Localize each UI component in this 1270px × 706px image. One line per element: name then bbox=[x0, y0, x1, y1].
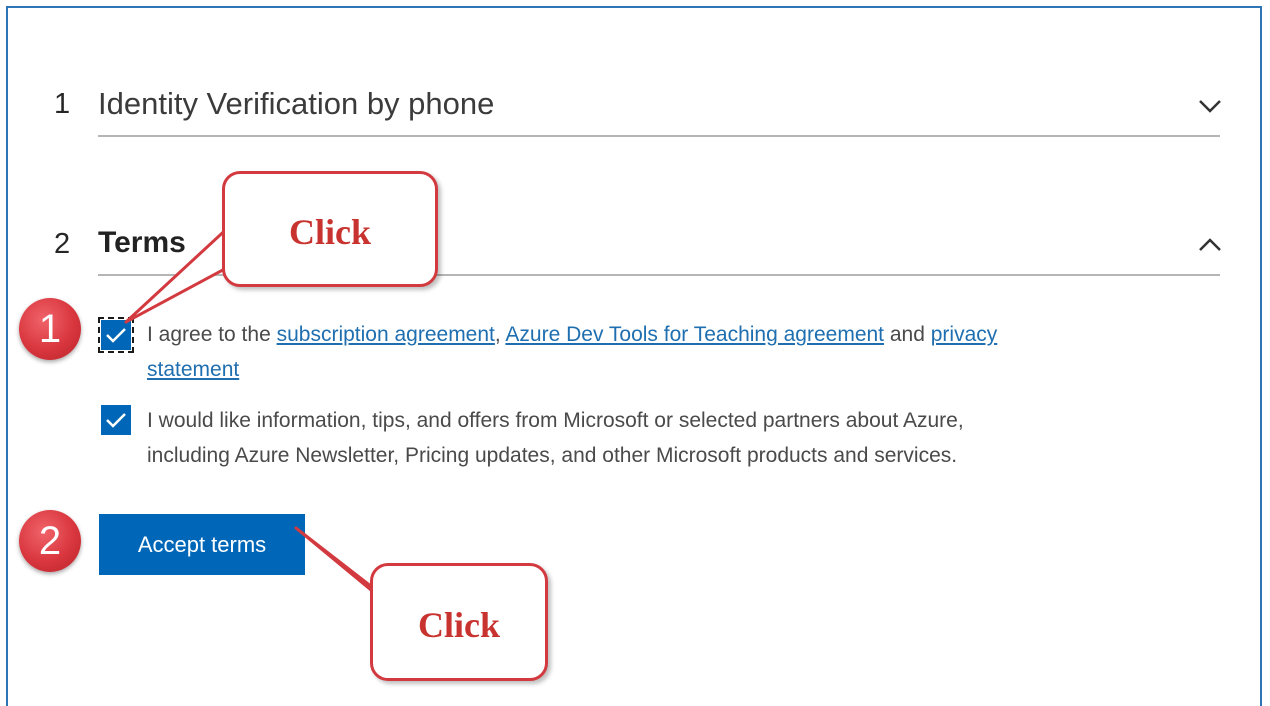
agree-text-before: I agree to the bbox=[147, 323, 277, 346]
step-1-number: 1 bbox=[54, 88, 71, 120]
step-1-divider bbox=[98, 135, 1220, 137]
bottom-callout-text: Click bbox=[417, 605, 500, 645]
agree-terms-label: I agree to the subscription agreement, A… bbox=[147, 317, 1147, 387]
accept-terms-button[interactable]: Accept terms bbox=[99, 514, 305, 575]
marketing-optin-label: I would like information, tips, and offe… bbox=[147, 403, 1147, 473]
chevron-down-icon[interactable] bbox=[1197, 97, 1223, 115]
agree-terms-checkbox[interactable] bbox=[98, 317, 134, 353]
devtools-agreement-link[interactable]: Azure Dev Tools for Teaching agreement bbox=[505, 323, 884, 346]
marketing-line-2: including Azure Newsletter, Pricing upda… bbox=[147, 444, 958, 467]
step-badge-2: 2 bbox=[19, 510, 81, 572]
top-click-callout: Click bbox=[222, 171, 438, 287]
chevron-up-icon[interactable] bbox=[1197, 236, 1223, 254]
bottom-click-callout: Click bbox=[370, 563, 548, 681]
agree-separator: , bbox=[494, 323, 506, 346]
step-2-title[interactable]: Terms bbox=[98, 226, 186, 260]
step-badge-1: 1 bbox=[19, 298, 81, 360]
subscription-agreement-link[interactable]: subscription agreement bbox=[277, 323, 495, 346]
checkmark-icon bbox=[106, 328, 126, 343]
marketing-line-1: I would like information, tips, and offe… bbox=[147, 409, 964, 432]
step-2-number: 2 bbox=[54, 228, 71, 260]
agree-and-text: and bbox=[884, 323, 931, 346]
marketing-optin-checkbox[interactable] bbox=[101, 405, 131, 435]
checkmark-icon bbox=[106, 413, 126, 428]
privacy-statement-link[interactable]: privacy bbox=[931, 323, 998, 346]
step-1-title[interactable]: Identity Verification by phone bbox=[98, 86, 494, 122]
privacy-statement-link-cont[interactable]: statement bbox=[147, 358, 239, 381]
top-callout-text: Click bbox=[288, 212, 371, 252]
